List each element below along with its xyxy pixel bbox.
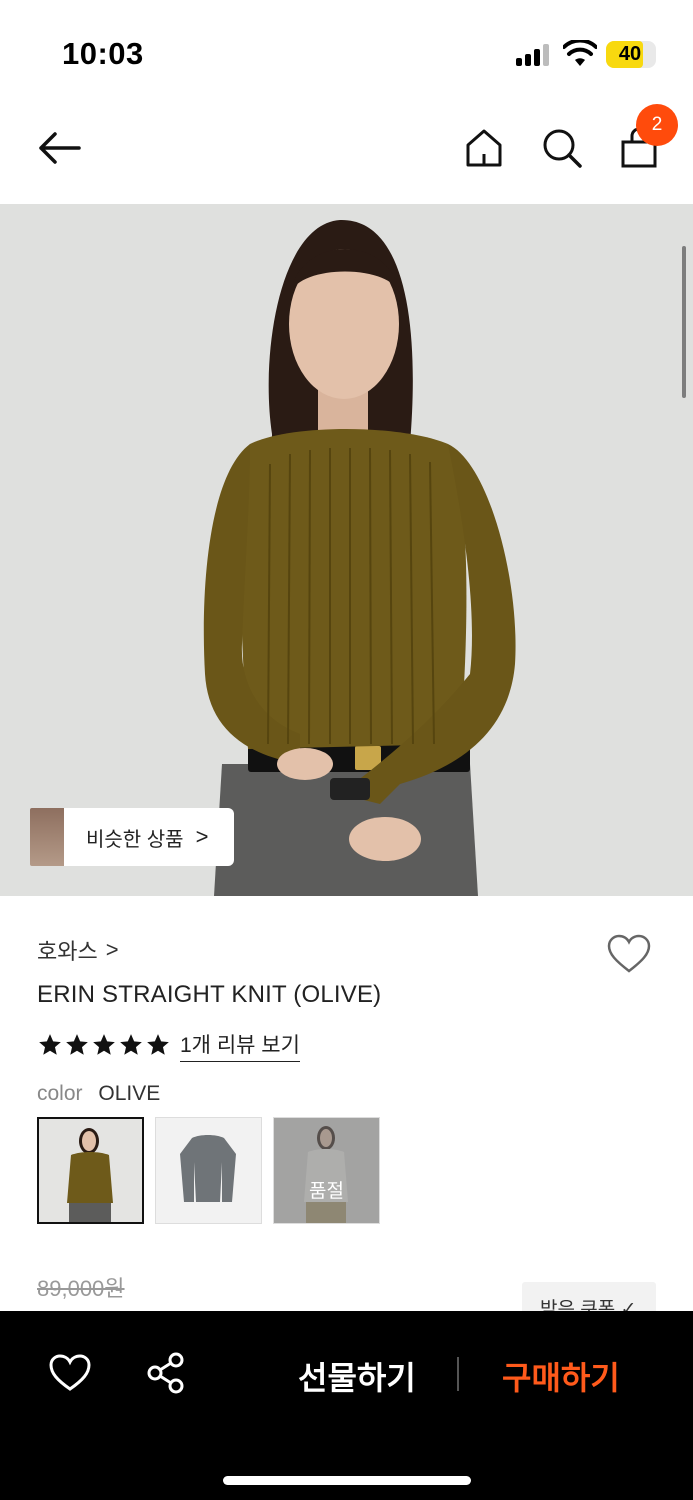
similar-products-label-wrap: 비슷한 상품 > (64, 808, 235, 866)
star-icon (66, 1034, 88, 1055)
status-bar: 10:03 40 (0, 0, 693, 100)
original-price: 89,000원 (37, 1276, 125, 1301)
back-arrow-icon[interactable] (36, 128, 82, 168)
chevron-right-icon: > (105, 937, 119, 962)
chevron-right-icon: > (195, 824, 209, 849)
product-name: ERIN STRAIGHT KNIT (OLIVE) (37, 981, 382, 1008)
swatch-grey-image (156, 1118, 261, 1223)
share-icon[interactable] (144, 1351, 188, 1395)
similar-products-button[interactable]: 비슷한 상품 > (30, 808, 235, 866)
color-row: color OLIVE (37, 1082, 160, 1106)
search-icon[interactable] (540, 126, 584, 170)
product-image-carousel[interactable]: 비슷한 상품 > (0, 204, 693, 896)
home-icon[interactable] (462, 126, 506, 170)
cellular-signal-icon (516, 44, 552, 66)
star-icon (120, 1034, 142, 1055)
brand-name: 호와스 (37, 939, 98, 964)
star-icon (39, 1034, 61, 1055)
star-icon (93, 1034, 115, 1055)
wifi-icon (563, 40, 597, 66)
rating-stars (37, 1032, 172, 1058)
color-swatches: 품절 (37, 1117, 391, 1224)
similar-products-thumbnail (30, 808, 64, 866)
buy-button[interactable]: 구매하기 (502, 1353, 620, 1399)
star-icon (147, 1034, 169, 1055)
battery-indicator: 40 (606, 41, 656, 68)
brand-link[interactable]: 호와스 > (37, 934, 119, 966)
wishlist-heart-icon[interactable] (606, 933, 652, 975)
battery-level: 40 (618, 43, 642, 65)
wishlist-heart-icon[interactable] (48, 1353, 92, 1393)
bottom-bar-divider (457, 1357, 459, 1391)
cart-count-badge[interactable]: 2 (636, 104, 678, 146)
rating-row: 1개 리뷰 보기 (37, 1029, 300, 1062)
status-time: 10:03 (62, 36, 144, 71)
product-photo (0, 204, 693, 896)
image-scroll-indicator (682, 246, 686, 398)
bottom-action-bar: 선물하기 구매하기 (0, 1311, 693, 1500)
swatch-olive-image (39, 1119, 142, 1222)
color-swatch-olive[interactable] (37, 1117, 144, 1224)
soldout-label: 품절 (274, 1118, 379, 1223)
view-reviews-link[interactable]: 1개 리뷰 보기 (180, 1029, 300, 1062)
gift-button[interactable]: 선물하기 (298, 1353, 416, 1399)
top-navigation: 2 (0, 100, 693, 204)
similar-products-label: 비슷한 상품 (86, 828, 184, 851)
color-swatch-grey[interactable] (155, 1117, 262, 1224)
color-value: OLIVE (98, 1082, 161, 1105)
color-swatch-soldout[interactable]: 품절 (273, 1117, 380, 1224)
home-indicator[interactable] (223, 1476, 471, 1485)
color-label: color (37, 1082, 83, 1105)
